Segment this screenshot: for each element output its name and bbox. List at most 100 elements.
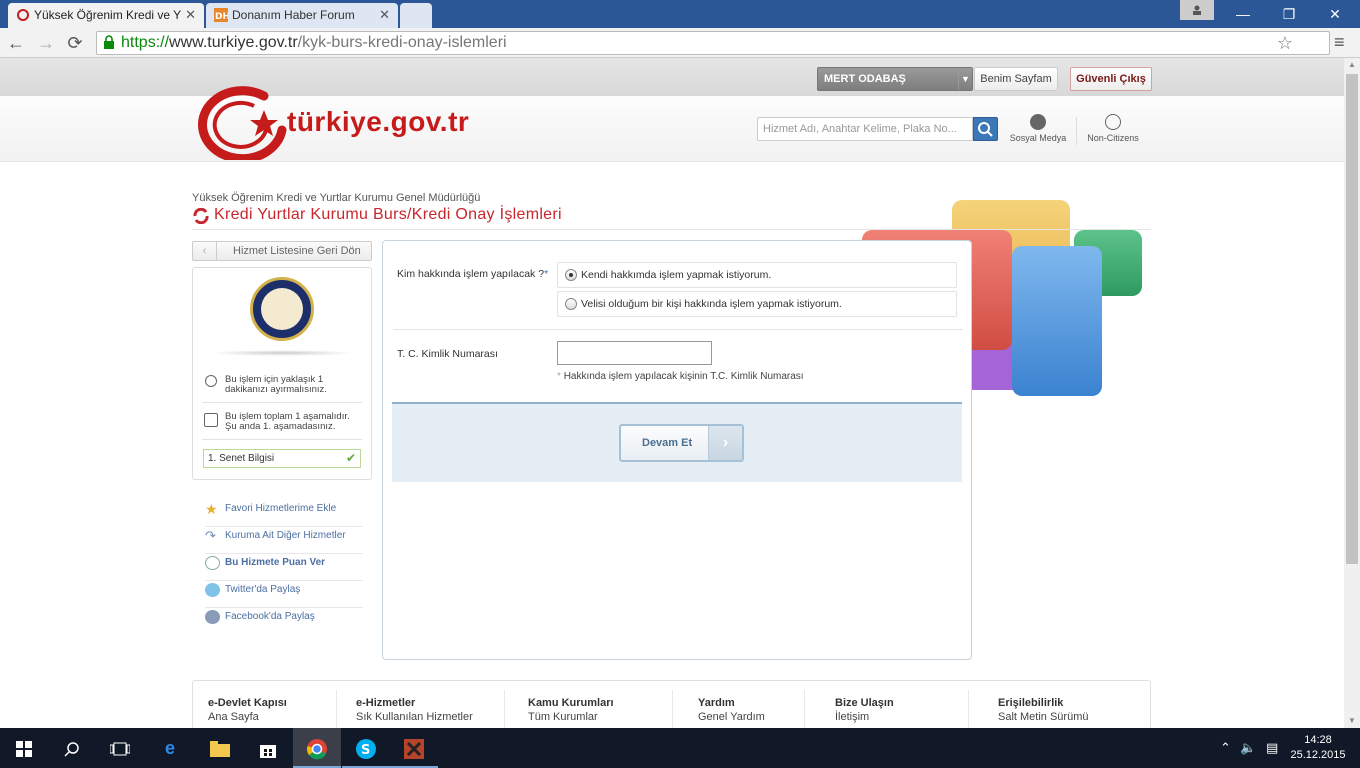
lock-icon — [104, 35, 114, 49]
step-info: Bu işlem toplam 1 aşamalıdır. Şu anda 1.… — [225, 412, 350, 432]
footer-col-iletisim: Bize Ulaşın İletişim — [835, 697, 894, 723]
footer-divider — [804, 690, 805, 730]
scroll-down-icon[interactable]: ▼ — [1344, 714, 1360, 728]
back-to-services-button[interactable]: ‹ Hizmet Listesine Geri Dön — [192, 241, 372, 261]
browser-menu-icon[interactable]: ≡ — [1334, 31, 1356, 53]
maximize-button[interactable]: ❐ — [1266, 0, 1312, 28]
time-info: Bu işlem için yaklaşık 1 dakikanızı ayır… — [225, 375, 327, 395]
footer-col-erisilebilirlik: Erişilebilirlik Salt Metin Sürümü — [998, 697, 1088, 723]
twitter-share-link[interactable]: Twitter'da Paylaş — [205, 582, 363, 608]
continue-button[interactable]: Devam Et › — [619, 424, 744, 462]
edge-browser-icon[interactable]: e — [146, 728, 194, 768]
radio-guardian[interactable] — [565, 298, 577, 310]
skype-icon[interactable]: S — [342, 728, 390, 768]
redirect-icon: ↷ — [205, 528, 216, 543]
footer-col-ehizmetler: e-Hizmetler Sık Kullanılan Hizmetler — [356, 697, 473, 723]
my-page-button[interactable]: Benim Sayfam — [974, 67, 1058, 91]
action-center-icon[interactable]: ▤ — [1266, 728, 1278, 768]
svg-text:DH: DH — [215, 12, 228, 22]
url-scheme: https:// — [121, 34, 170, 51]
footer-col-kurumlar: Kamu Kurumları Tüm Kurumlar — [528, 697, 614, 723]
bookmark-star-icon[interactable]: ☆ — [1277, 32, 1293, 54]
task-view-icon[interactable] — [96, 728, 144, 768]
radio-self[interactable] — [565, 269, 577, 281]
chevron-down-icon[interactable]: ▼ — [958, 68, 972, 90]
non-citizens-button[interactable]: Non-Citizens — [1082, 114, 1144, 143]
scrollbar-thumb[interactable] — [1346, 74, 1358, 564]
tc-id-input[interactable] — [557, 341, 712, 365]
footer-heading: e-Hizmetler — [356, 697, 416, 709]
clock-icon — [205, 375, 217, 387]
twitter-icon — [205, 583, 220, 597]
user-menu[interactable]: MERT ODABAŞ ▼ — [817, 67, 973, 91]
option-self[interactable]: Kendi hakkımda işlem yapmak istiyorum. — [557, 262, 957, 288]
tray-expand-icon[interactable]: ⌃ — [1220, 728, 1231, 768]
header-divider — [1076, 117, 1077, 145]
add-favorite-link[interactable]: ★ Favori Hizmetlerime Ekle — [205, 501, 363, 527]
footer-link[interactable]: Genel Yardım — [698, 711, 765, 723]
hint-mark: * — [557, 371, 561, 382]
question-text: Kim hakkında işlem yapılacak ? — [397, 268, 545, 280]
profile-icon[interactable] — [1180, 0, 1214, 20]
tc-label: T. C. Kimlik Numarası — [397, 348, 498, 360]
dh-favicon-icon: DH — [214, 8, 228, 22]
footer-link[interactable]: Salt Metin Sürümü — [998, 711, 1088, 723]
tc-hint: * Hakkında işlem yapılacak kişinin T.C. … — [557, 371, 804, 382]
title-divider — [192, 229, 1151, 230]
sidebar-divider — [202, 402, 362, 403]
url-host: www.turkiye.gov.tr — [169, 34, 298, 51]
username: MERT ODABAŞ — [824, 73, 906, 85]
close-window-button[interactable]: ✕ — [1312, 0, 1358, 28]
tab-donanimhaber[interactable]: DH Donanım Haber Forum ✕ — [206, 3, 398, 28]
facebook-share-link[interactable]: Facebook'da Paylaş — [205, 609, 363, 635]
footer-link[interactable]: Tüm Kurumlar — [528, 711, 614, 723]
step-info-line: Şu anda 1. aşamadasınız. — [225, 421, 336, 432]
footer-link[interactable]: Sık Kullanılan Hizmetler — [356, 711, 473, 723]
footer-col-yardim: Yardım Genel Yardım — [698, 697, 765, 723]
continue-label: Devam Et — [642, 437, 693, 449]
sidebar-divider — [202, 439, 362, 440]
chrome-icon[interactable] — [293, 728, 341, 768]
link-label: Favori Hizmetlerime Ekle — [225, 503, 337, 514]
back-arrow-icon[interactable]: ← — [4, 31, 28, 55]
file-explorer-icon[interactable] — [196, 728, 244, 768]
logout-button[interactable]: Güvenli Çıkış — [1070, 67, 1152, 91]
tab-close-icon[interactable]: ✕ — [379, 3, 390, 27]
volume-icon[interactable]: 🔈 — [1240, 728, 1256, 768]
time-info-line: dakikanızı ayırmalısınız. — [225, 384, 327, 395]
reload-icon[interactable]: ⟳ — [63, 31, 87, 55]
forward-arrow-icon[interactable]: → — [34, 31, 58, 55]
option-guardian[interactable]: Velisi olduğum bir kişi hakkında işlem y… — [557, 291, 957, 317]
option-label: Velisi olduğum bir kişi hakkında işlem y… — [581, 298, 842, 310]
search-input[interactable]: Hizmet Adı, Anahtar Kelime, Plaka No... — [757, 117, 973, 141]
option-label: Kendi hakkımda işlem yapmak istiyorum. — [581, 269, 772, 281]
tab-title: Yüksek Öğrenim Kredi ve Y — [34, 8, 182, 22]
search-icon[interactable] — [48, 728, 96, 768]
store-icon[interactable] — [244, 728, 292, 768]
footer-divider — [504, 690, 505, 730]
footer-link[interactable]: İletişim — [835, 711, 894, 723]
turkiye-logo-icon[interactable] — [194, 82, 290, 160]
link-label: Kuruma Ait Diğer Hizmetler — [225, 530, 346, 541]
search-button[interactable] — [973, 117, 998, 141]
site-logo-text[interactable]: türkiye.gov.tr — [287, 106, 469, 138]
url-path: /kyk-burs-kredi-onay-islemleri — [297, 34, 507, 51]
social-media-button[interactable]: Sosyal Medya — [1008, 114, 1068, 143]
tab-close-icon[interactable]: ✕ — [185, 3, 196, 27]
new-tab-button[interactable] — [400, 3, 432, 28]
other-services-link[interactable]: ↷ Kuruma Ait Diğer Hizmetler — [205, 528, 363, 554]
seal-shadow — [210, 350, 355, 356]
tab-kyk[interactable]: Yüksek Öğrenim Kredi ve Y ✕ — [8, 3, 204, 28]
minimize-button[interactable]: — — [1220, 0, 1266, 28]
app-icon[interactable] — [390, 728, 438, 768]
address-bar[interactable]: https://www.turkiye.gov.tr/kyk-burs-kred… — [96, 31, 1330, 55]
tab-title: Donanım Haber Forum — [232, 8, 355, 22]
system-clock[interactable]: 14:28 25.12.2015 — [1283, 733, 1353, 763]
footer-link[interactable]: Ana Sayfa — [208, 711, 287, 723]
scroll-up-icon[interactable]: ▲ — [1344, 58, 1360, 72]
footer-heading: Kamu Kurumları — [528, 697, 614, 709]
chevron-right-icon: › — [708, 426, 742, 460]
required-mark: * — [544, 268, 549, 280]
windows-start-icon[interactable] — [0, 728, 48, 768]
rate-service-link[interactable]: Bu Hizmete Puan Ver — [205, 555, 363, 581]
